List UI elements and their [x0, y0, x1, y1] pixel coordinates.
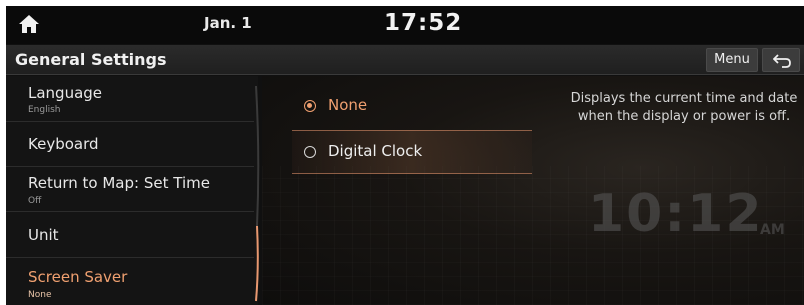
- option-label: None: [328, 96, 368, 114]
- option-description: Displays the current time and date when …: [570, 91, 798, 124]
- menu-item-return-to-map[interactable]: Return to Map: Set Time Off: [6, 167, 254, 212]
- status-bar: Jan. 1 17:52: [6, 6, 804, 44]
- option-label: Digital Clock: [328, 142, 423, 160]
- menu-item-label: Unit: [28, 226, 59, 244]
- radio-selected-icon: [304, 100, 316, 112]
- screen: Jan. 1 17:52 General Settings Menu Langu…: [6, 6, 804, 305]
- option-digital-clock[interactable]: Digital Clock: [292, 134, 532, 170]
- menu-item-label: Keyboard: [28, 135, 99, 153]
- radio-unselected-icon: [304, 146, 316, 158]
- status-date: Jan. 1: [204, 14, 252, 32]
- page-title: General Settings: [15, 50, 167, 69]
- preview-ampm: AM: [760, 222, 785, 238]
- clock-preview: 10:12 AM: [588, 184, 804, 254]
- title-bar: General Settings Menu: [6, 45, 804, 75]
- content-panel: None Digital Clock Displays the current …: [262, 76, 804, 305]
- home-icon[interactable]: [18, 14, 40, 34]
- status-time: 17:52: [384, 10, 463, 36]
- back-button[interactable]: [762, 48, 800, 72]
- menu-item-value: English: [28, 105, 61, 115]
- menu-item-screen-saver[interactable]: Screen Saver None: [6, 258, 254, 305]
- scroll-indicator[interactable]: [255, 76, 261, 305]
- menu-item-value: Off: [28, 196, 42, 206]
- option-none[interactable]: None: [292, 88, 532, 124]
- menu-button[interactable]: Menu: [706, 48, 758, 72]
- menu-item-label: Return to Map: Set Time: [28, 174, 210, 192]
- preview-time: 10:12: [588, 184, 764, 244]
- menu-item-value: None: [28, 290, 52, 300]
- menu-item-unit[interactable]: Unit: [6, 212, 254, 258]
- settings-menu: Language English Keyboard Return to Map:…: [6, 76, 258, 305]
- menu-item-label: Language: [28, 84, 103, 102]
- back-arrow-icon: [773, 54, 791, 68]
- menu-item-keyboard[interactable]: Keyboard: [6, 122, 254, 167]
- menu-item-language[interactable]: Language English: [6, 76, 254, 122]
- menu-item-label: Screen Saver: [28, 268, 128, 286]
